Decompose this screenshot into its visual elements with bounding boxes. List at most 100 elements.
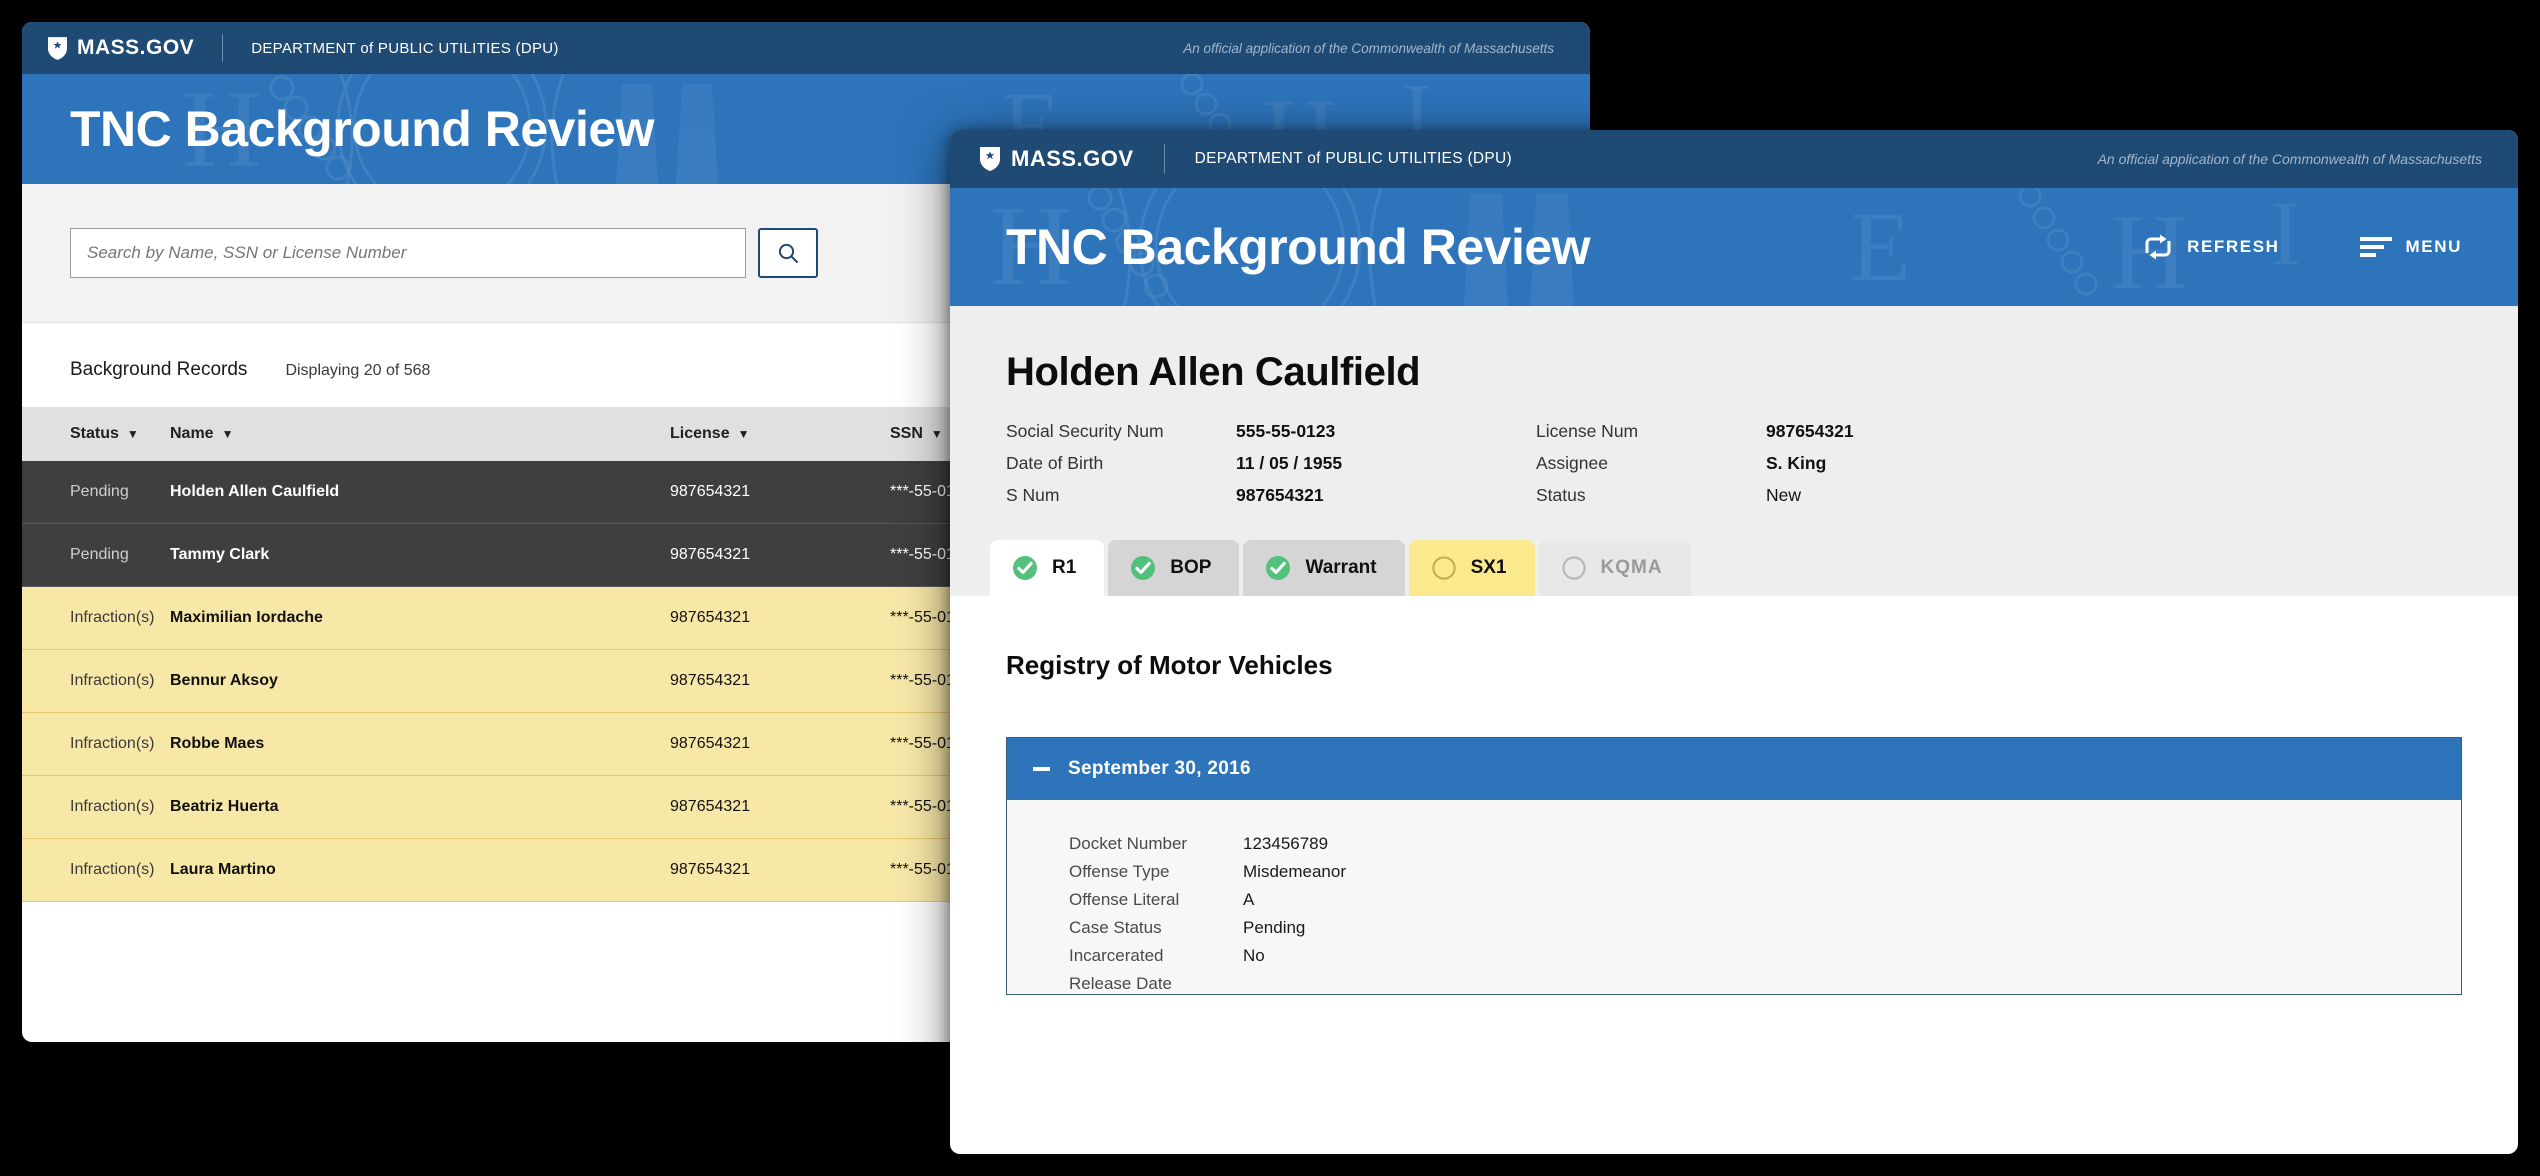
accordion-field-label: Case Status (1069, 918, 1162, 937)
front-page-title: TNC Background Review (1006, 219, 1591, 275)
back-department-label: DEPARTMENT of PUBLIC UTILITIES (DPU) (251, 39, 559, 57)
person-field-grid: Social Security Num 555-55-0123 License Nu… (1006, 421, 2462, 540)
screenshot-stage: MASS.GOV DEPARTMENT of PUBLIC UTILITIES … (0, 0, 2540, 1176)
tab-r1[interactable]: R1 (990, 540, 1105, 596)
cell-name: Beatriz Huerta (170, 775, 670, 839)
person-name: Holden Allen Caulfield (1006, 350, 1421, 394)
person-field-value: 555-55-0123 (1236, 421, 1336, 441)
column-header-name-label: Name (170, 425, 214, 442)
front-brand-divider (1163, 144, 1165, 174)
person-field-value: S. King (1766, 453, 1827, 473)
cell-status: Infraction(s) (22, 586, 170, 650)
cell-status: Infraction(s) (22, 649, 170, 713)
tab-label: BOP (1170, 557, 1212, 578)
header-actions: REFRESH MENU (2143, 234, 2462, 260)
hamburger-menu-icon (2359, 237, 2392, 257)
svg-text:E: E (1850, 191, 1911, 302)
tab-kqma[interactable]: KQMA (1538, 540, 1691, 596)
minus-icon (1033, 767, 1050, 771)
check-circle-icon (1266, 556, 1291, 580)
accordion-field-grid: Docket Number 123456789 Offense Type Misdem… (1069, 834, 2461, 994)
accordion-field-value (1243, 974, 2461, 994)
records-heading: Background Records (70, 359, 248, 380)
accordion-field-label: Release Date (1069, 974, 1173, 993)
cell-name: Robbe Maes (170, 712, 670, 776)
record-source-tabs: R1 BOP Warrant SX1 KQMA (950, 540, 2518, 596)
cell-status: Pending (22, 523, 170, 587)
person-field-value: 987654321 (1236, 485, 1324, 505)
search-button[interactable] (758, 228, 818, 278)
accordion-field-label: Docket Number (1069, 834, 1188, 853)
front-department-label: DEPARTMENT of PUBLIC UTILITIES (DPU) (1194, 150, 1512, 167)
column-header-status-label: Status (70, 425, 119, 442)
menu-button[interactable]: MENU (2359, 236, 2462, 258)
cell-name: Laura Martino (170, 838, 670, 902)
tab-label: Warrant (1305, 557, 1377, 578)
person-field-label: Status (1536, 485, 1586, 505)
refresh-button[interactable]: REFRESH (2143, 234, 2279, 260)
refresh-icon (2145, 234, 2171, 260)
person-field-label: Assignee (1536, 453, 1608, 473)
search-icon (778, 243, 798, 263)
tab-warrant[interactable]: Warrant (1243, 540, 1405, 596)
cell-license: 987654321 (670, 523, 890, 587)
sort-caret-icon: ▼ (737, 427, 750, 441)
cell-name: Maximilian Iordache (170, 586, 670, 650)
sort-caret-icon: ▼ (221, 427, 234, 441)
menu-button-label: MENU (2405, 237, 2462, 256)
person-field-label: S Num (1006, 485, 1060, 505)
accordion-field-value: A (1243, 890, 1255, 909)
accordion-field-value: No (1243, 946, 1265, 965)
person-field-label: Social Security Num (1006, 421, 1164, 441)
front-mass-gov-brand[interactable]: MASS.GOV (980, 146, 1134, 172)
person-field-value: 987654321 (1766, 421, 1854, 441)
front-official-note: An official application of the Commonwea… (2097, 151, 2482, 167)
cell-license: 987654321 (670, 775, 890, 839)
records-count: Displaying 20 of 568 (285, 362, 431, 379)
cell-name: Bennur Aksoy (170, 649, 670, 713)
person-field-label: License Num (1536, 421, 1639, 441)
column-header-status[interactable]: Status ▼ (22, 407, 170, 461)
accordion-field-value: 123456789 (1243, 834, 1329, 853)
tab-label: SX1 (1470, 557, 1507, 578)
cell-status: Infraction(s) (22, 838, 170, 902)
tab-label: KQMA (1600, 557, 1663, 578)
section-title: Registry of Motor Vehicles (1006, 650, 1333, 680)
cell-license: 987654321 (670, 838, 890, 902)
back-official-note: An official application of the Commonwea… (1183, 40, 1554, 56)
cell-name: Tammy Clark (170, 523, 670, 587)
cell-license: 987654321 (670, 712, 890, 776)
person-detail-header: Holden Allen Caulfield Social Security N… (950, 306, 2518, 540)
column-header-name[interactable]: Name ▼ (170, 407, 670, 461)
cell-status: Infraction(s) (22, 775, 170, 839)
back-mass-gov-brand[interactable]: MASS.GOV (48, 36, 194, 60)
refresh-button-label: REFRESH (2187, 237, 2280, 256)
sort-caret-icon: ▼ (930, 427, 943, 441)
accordion-date-label: September 30, 2016 (1068, 758, 1251, 779)
tab-bop[interactable]: BOP (1108, 540, 1240, 596)
search-input[interactable] (70, 228, 746, 278)
cell-name: Holden Allen Caulfield (170, 461, 670, 524)
column-header-license-label: License (670, 425, 730, 442)
check-circle-icon (1131, 556, 1156, 580)
column-header-license[interactable]: License ▼ (670, 407, 890, 461)
tab-label: R1 (1052, 557, 1077, 578)
record-accordion: September 30, 2016 Docket Number 12345678… (1006, 737, 2462, 995)
sort-caret-icon: ▼ (126, 427, 139, 441)
accordion-body: Docket Number 123456789 Offense Type Misdem… (1007, 800, 2461, 994)
front-brand-label: MASS.GOV (1011, 146, 1134, 171)
cell-status: Infraction(s) (22, 712, 170, 776)
check-circle-icon (1013, 556, 1037, 580)
accordion-header[interactable]: September 30, 2016 (1007, 738, 2461, 800)
tab-sx1[interactable]: SX1 (1408, 540, 1535, 596)
accordion-field-value: Pending (1243, 918, 1306, 937)
back-brand-label: MASS.GOV (77, 36, 195, 59)
shield-star-icon (48, 36, 67, 60)
front-title-band: H E H I TNC Background Review REFRESH ME… (950, 188, 2518, 306)
background-detail-window[interactable]: MASS.GOV DEPARTMENT of PUBLIC UTILITIES … (950, 130, 2518, 1154)
person-field-label: Date of Birth (1006, 453, 1104, 473)
cell-license: 987654321 (670, 461, 890, 524)
back-gov-utility-bar: MASS.GOV DEPARTMENT of PUBLIC UTILITIES … (22, 22, 1590, 74)
accordion-field-label: Offense Literal (1069, 890, 1180, 909)
shield-star-icon (980, 147, 1000, 171)
